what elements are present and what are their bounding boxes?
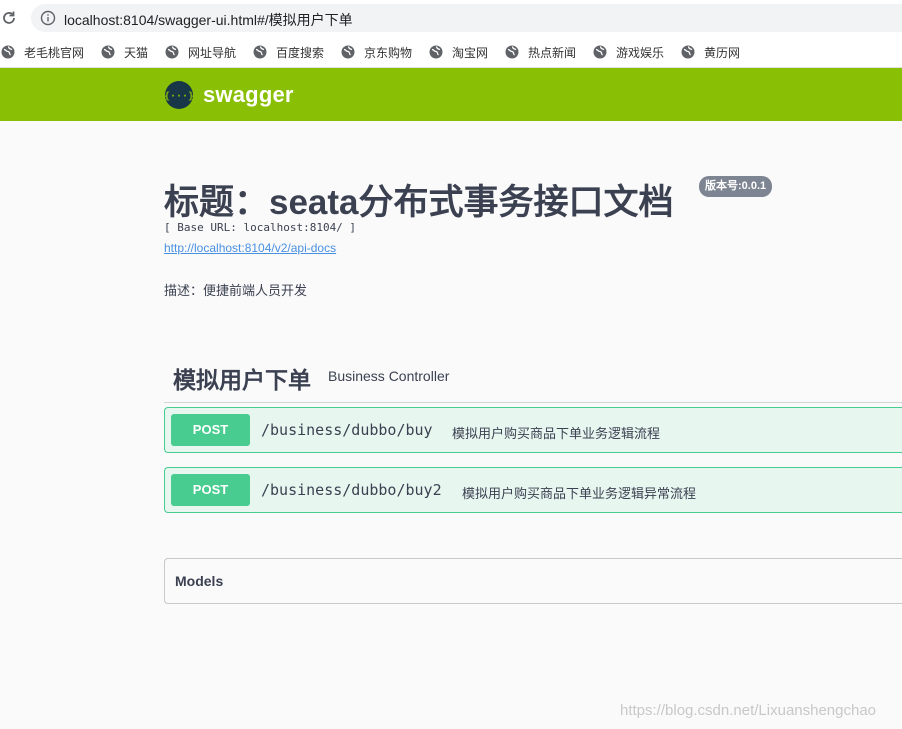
base-url: [ Base URL: localhost:8104/ ] xyxy=(164,221,357,234)
api-description: 描述：便捷前端人员开发 xyxy=(164,283,308,298)
swagger-logo-icon[interactable]: {···} xyxy=(165,81,193,109)
bookmark-label: 天猫 xyxy=(124,45,149,60)
bookmark-item[interactable]: 百度搜索 xyxy=(253,42,324,62)
globe-icon xyxy=(253,45,267,59)
bookmark-item[interactable]: 京东购物 xyxy=(341,42,412,62)
bookmark-label: 百度搜索 xyxy=(276,45,325,60)
operation-summary: 模拟用户购买商品下单业务逻辑流程 xyxy=(452,426,661,441)
method-badge: POST xyxy=(171,414,250,446)
operation-path: /business/dubbo/buy xyxy=(261,421,433,439)
method-badge: POST xyxy=(171,474,250,506)
globe-icon xyxy=(1,45,15,59)
bookmark-item[interactable]: 淘宝网 xyxy=(429,42,488,62)
bookmark-item[interactable]: 天猫 xyxy=(101,42,148,62)
tag-header[interactable]: 模拟用户下单 Business Controller xyxy=(164,355,902,403)
version-badge: 版本号:0.0.1 xyxy=(699,176,773,197)
bookmark-label: 网址导航 xyxy=(188,45,237,60)
bookmark-item[interactable]: 网址导航 xyxy=(165,42,236,62)
globe-icon xyxy=(341,45,355,59)
bookmark-label: 淘宝网 xyxy=(452,45,489,60)
globe-icon xyxy=(593,45,607,59)
models-section[interactable]: Models xyxy=(164,558,902,604)
api-docs-link[interactable]: http://localhost:8104/v2/api-docs xyxy=(164,241,336,255)
globe-icon xyxy=(165,45,179,59)
bookmark-label: 游戏娱乐 xyxy=(616,45,665,60)
swagger-logo-text[interactable]: swagger xyxy=(203,82,294,108)
tag-name: 模拟用户下单 xyxy=(173,367,311,393)
globe-icon xyxy=(101,45,115,59)
omnibox[interactable]: localhost:8104/swagger-ui.html#/模拟用户下单 xyxy=(31,4,902,32)
operation-path: /business/dubbo/buy2 xyxy=(261,481,442,499)
bookmark-label: 黄历网 xyxy=(704,45,741,60)
models-label: Models xyxy=(175,573,224,589)
operation-buy2[interactable]: POST /business/dubbo/buy2 模拟用户购买商品下单业务逻辑… xyxy=(164,467,902,513)
reload-icon[interactable] xyxy=(0,9,18,27)
url-text[interactable]: localhost:8104/swagger-ui.html#/模拟用户下单 xyxy=(64,10,353,30)
operation-buy[interactable]: POST /business/dubbo/buy 模拟用户购买商品下单业务逻辑流… xyxy=(164,407,902,453)
page-title: 标题：seata分布式事务接口文档 xyxy=(164,183,674,222)
bookmarks-bar: 老毛桃官网 天猫 网址导航 百度搜索 京东购物 淘宝网 热点新闻 游戏娱乐 黄历… xyxy=(0,36,902,68)
tag-description: Business Controller xyxy=(328,368,450,384)
bookmark-item[interactable]: 黄历网 xyxy=(681,42,740,62)
bookmark-label: 京东购物 xyxy=(364,45,413,60)
logo-glyph: {···} xyxy=(165,91,193,102)
watermark: https://blog.csdn.net/Lixuanshengchao xyxy=(620,702,877,719)
bookmark-item[interactable]: 游戏娱乐 xyxy=(593,42,664,62)
bookmark-label: 老毛桃官网 xyxy=(24,45,85,60)
info-icon[interactable] xyxy=(40,10,56,26)
globe-icon xyxy=(429,45,443,59)
browser-address-bar: localhost:8104/swagger-ui.html#/模拟用户下单 xyxy=(0,0,902,36)
swagger-topbar: {···} swagger xyxy=(0,68,902,121)
globe-icon xyxy=(505,45,519,59)
operation-summary: 模拟用户购买商品下单业务逻辑异常流程 xyxy=(462,486,697,501)
bookmark-label: 热点新闻 xyxy=(528,45,577,60)
globe-icon xyxy=(681,45,695,59)
bookmark-item[interactable]: 老毛桃官网 xyxy=(1,42,84,62)
bookmark-item[interactable]: 热点新闻 xyxy=(505,42,576,62)
